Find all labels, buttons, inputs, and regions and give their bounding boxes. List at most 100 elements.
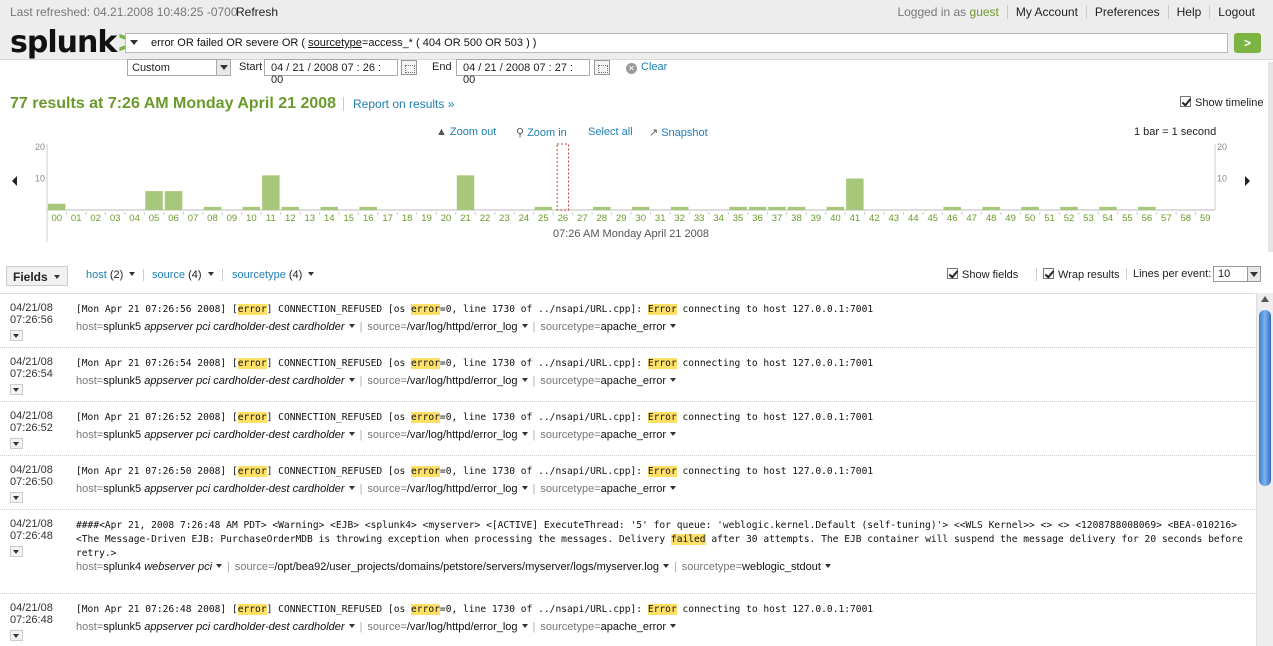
timeline-bar[interactable] bbox=[1021, 206, 1039, 210]
timeline-bar[interactable] bbox=[320, 206, 338, 210]
search-button[interactable]: > bbox=[1234, 33, 1261, 53]
x-tick-label[interactable]: 51 bbox=[1044, 213, 1055, 224]
search-term-highlight[interactable]: error bbox=[411, 358, 440, 369]
x-tick-label[interactable]: 18 bbox=[402, 213, 413, 224]
search-term-highlight[interactable]: error bbox=[411, 412, 440, 423]
x-tick-label[interactable]: 48 bbox=[986, 213, 997, 224]
host-value[interactable]: splunk5 bbox=[103, 483, 141, 495]
calendar-icon[interactable] bbox=[594, 60, 610, 75]
x-tick-label[interactable]: 06 bbox=[168, 213, 179, 224]
chevron-down-icon[interactable] bbox=[348, 432, 355, 436]
event-tags[interactable]: appserver pci cardholder-dest cardholder bbox=[144, 375, 344, 387]
x-tick-label[interactable]: 19 bbox=[421, 213, 432, 224]
x-tick-label[interactable]: 21 bbox=[460, 213, 471, 224]
event-actions-dropdown[interactable] bbox=[10, 330, 23, 341]
source-value[interactable]: /var/log/httpd/error_log bbox=[407, 621, 518, 633]
x-tick-label[interactable]: 56 bbox=[1142, 213, 1153, 224]
x-tick-label[interactable]: 23 bbox=[499, 213, 510, 224]
search-input[interactable]: error OR failed OR severe OR ( sourcetyp… bbox=[125, 33, 1228, 53]
x-tick-label[interactable]: 03 bbox=[110, 213, 121, 224]
timeline-bar[interactable] bbox=[632, 206, 650, 210]
x-tick-label[interactable]: 52 bbox=[1064, 213, 1075, 224]
show-fields-toggle[interactable]: Show fields bbox=[947, 268, 1018, 281]
calendar-icon[interactable] bbox=[401, 60, 417, 75]
timeline-bar[interactable] bbox=[943, 206, 961, 210]
scroll-right-icon[interactable] bbox=[1245, 176, 1250, 186]
x-tick-label[interactable]: 59 bbox=[1200, 213, 1211, 224]
timeline-bar[interactable] bbox=[846, 178, 864, 211]
checkbox-checked-icon[interactable] bbox=[1043, 268, 1054, 279]
x-tick-label[interactable]: 37 bbox=[772, 213, 783, 224]
refresh-link[interactable]: Refresh bbox=[236, 5, 278, 19]
show-timeline-toggle[interactable]: Show timeline bbox=[1180, 96, 1263, 109]
x-tick-label[interactable]: 24 bbox=[519, 213, 530, 224]
end-datetime-field[interactable]: 04 / 21 / 2008 07 : 27 : 00 bbox=[456, 59, 590, 86]
chevron-down-icon[interactable] bbox=[670, 624, 677, 628]
x-tick-label[interactable]: 45 bbox=[927, 213, 938, 224]
chevron-down-icon[interactable] bbox=[521, 378, 528, 382]
timeline-bar[interactable] bbox=[1138, 206, 1156, 210]
x-tick-label[interactable]: 31 bbox=[655, 213, 666, 224]
event-tags[interactable]: appserver pci cardholder-dest cardholder bbox=[144, 621, 344, 633]
x-tick-label[interactable]: 38 bbox=[791, 213, 802, 224]
x-tick-label[interactable]: 13 bbox=[305, 213, 316, 224]
timeline-bar[interactable] bbox=[768, 206, 786, 210]
x-tick-label[interactable]: 58 bbox=[1181, 213, 1192, 224]
help-link[interactable]: Help bbox=[1167, 5, 1210, 19]
search-term-highlight[interactable]: error bbox=[237, 304, 267, 315]
my-account-link[interactable]: My Account bbox=[1006, 5, 1086, 19]
wrap-results-toggle[interactable]: Wrap results bbox=[1036, 268, 1120, 281]
timeline-bar[interactable] bbox=[1060, 206, 1078, 210]
x-tick-label[interactable]: 04 bbox=[129, 213, 140, 224]
scroll-left-icon[interactable] bbox=[12, 176, 17, 186]
search-history-dropdown[interactable] bbox=[130, 40, 138, 45]
search-term-highlight[interactable]: Error bbox=[647, 604, 677, 615]
x-tick-label[interactable]: 35 bbox=[733, 213, 744, 224]
clear-button[interactable]: ✕ Clear bbox=[626, 61, 667, 74]
timeline-bar[interactable] bbox=[359, 206, 377, 210]
x-tick-label[interactable]: 12 bbox=[285, 213, 296, 224]
x-tick-label[interactable]: 14 bbox=[324, 213, 335, 224]
fields-menu-button[interactable]: Fields bbox=[6, 266, 68, 286]
chevron-down-icon[interactable] bbox=[824, 564, 831, 568]
timeline-bar[interactable] bbox=[787, 206, 806, 210]
chevron-down-icon[interactable] bbox=[348, 486, 355, 490]
field-sourcetype[interactable]: sourcetype (4) bbox=[232, 269, 322, 281]
timeline-bar[interactable] bbox=[145, 191, 163, 210]
chevron-down-icon[interactable] bbox=[670, 486, 677, 490]
host-value[interactable]: splunk5 bbox=[103, 621, 141, 633]
x-tick-label[interactable]: 32 bbox=[674, 213, 685, 224]
chevron-down-icon[interactable] bbox=[216, 564, 223, 568]
event-tags[interactable]: appserver pci cardholder-dest cardholder bbox=[144, 429, 344, 441]
timeline-bar[interactable] bbox=[164, 191, 183, 210]
chevron-down-icon[interactable] bbox=[521, 432, 528, 436]
preferences-link[interactable]: Preferences bbox=[1085, 5, 1168, 19]
x-tick-label[interactable]: 44 bbox=[908, 213, 919, 224]
x-tick-label[interactable]: 34 bbox=[713, 213, 724, 224]
snapshot-button[interactable]: ↗ Snapshot bbox=[649, 126, 708, 139]
event-tags[interactable]: appserver pci cardholder-dest cardholder bbox=[144, 483, 344, 495]
x-tick-label[interactable]: 16 bbox=[363, 213, 374, 224]
event-tags[interactable]: webserver pci bbox=[144, 561, 212, 573]
x-tick-label[interactable]: 49 bbox=[1005, 213, 1016, 224]
search-term-highlight[interactable]: failed bbox=[670, 534, 706, 545]
report-link[interactable]: Report on results » bbox=[343, 97, 454, 111]
event-actions-dropdown[interactable] bbox=[10, 438, 23, 449]
x-tick-label[interactable]: 27 bbox=[577, 213, 588, 224]
chevron-down-icon[interactable] bbox=[521, 624, 528, 628]
timeline-bar[interactable] bbox=[456, 175, 475, 210]
x-tick-label[interactable]: 15 bbox=[343, 213, 354, 224]
x-tick-label[interactable]: 28 bbox=[597, 213, 608, 224]
host-value[interactable]: splunk5 bbox=[103, 375, 141, 387]
search-term-highlight[interactable]: Error bbox=[647, 412, 677, 423]
checkbox-checked-icon[interactable] bbox=[947, 268, 958, 279]
x-tick-label[interactable]: 47 bbox=[966, 213, 977, 224]
x-tick-label[interactable]: 42 bbox=[869, 213, 880, 224]
field-host[interactable]: host (2) bbox=[86, 269, 145, 281]
scroll-up-icon[interactable] bbox=[1261, 296, 1269, 302]
x-tick-label[interactable]: 05 bbox=[149, 213, 160, 224]
sourcetype-value[interactable]: weblogic_stdout bbox=[742, 561, 821, 573]
x-tick-label[interactable]: 01 bbox=[71, 213, 82, 224]
x-tick-label[interactable]: 11 bbox=[266, 213, 276, 224]
lines-per-event-select[interactable]: 10 bbox=[1213, 266, 1261, 282]
